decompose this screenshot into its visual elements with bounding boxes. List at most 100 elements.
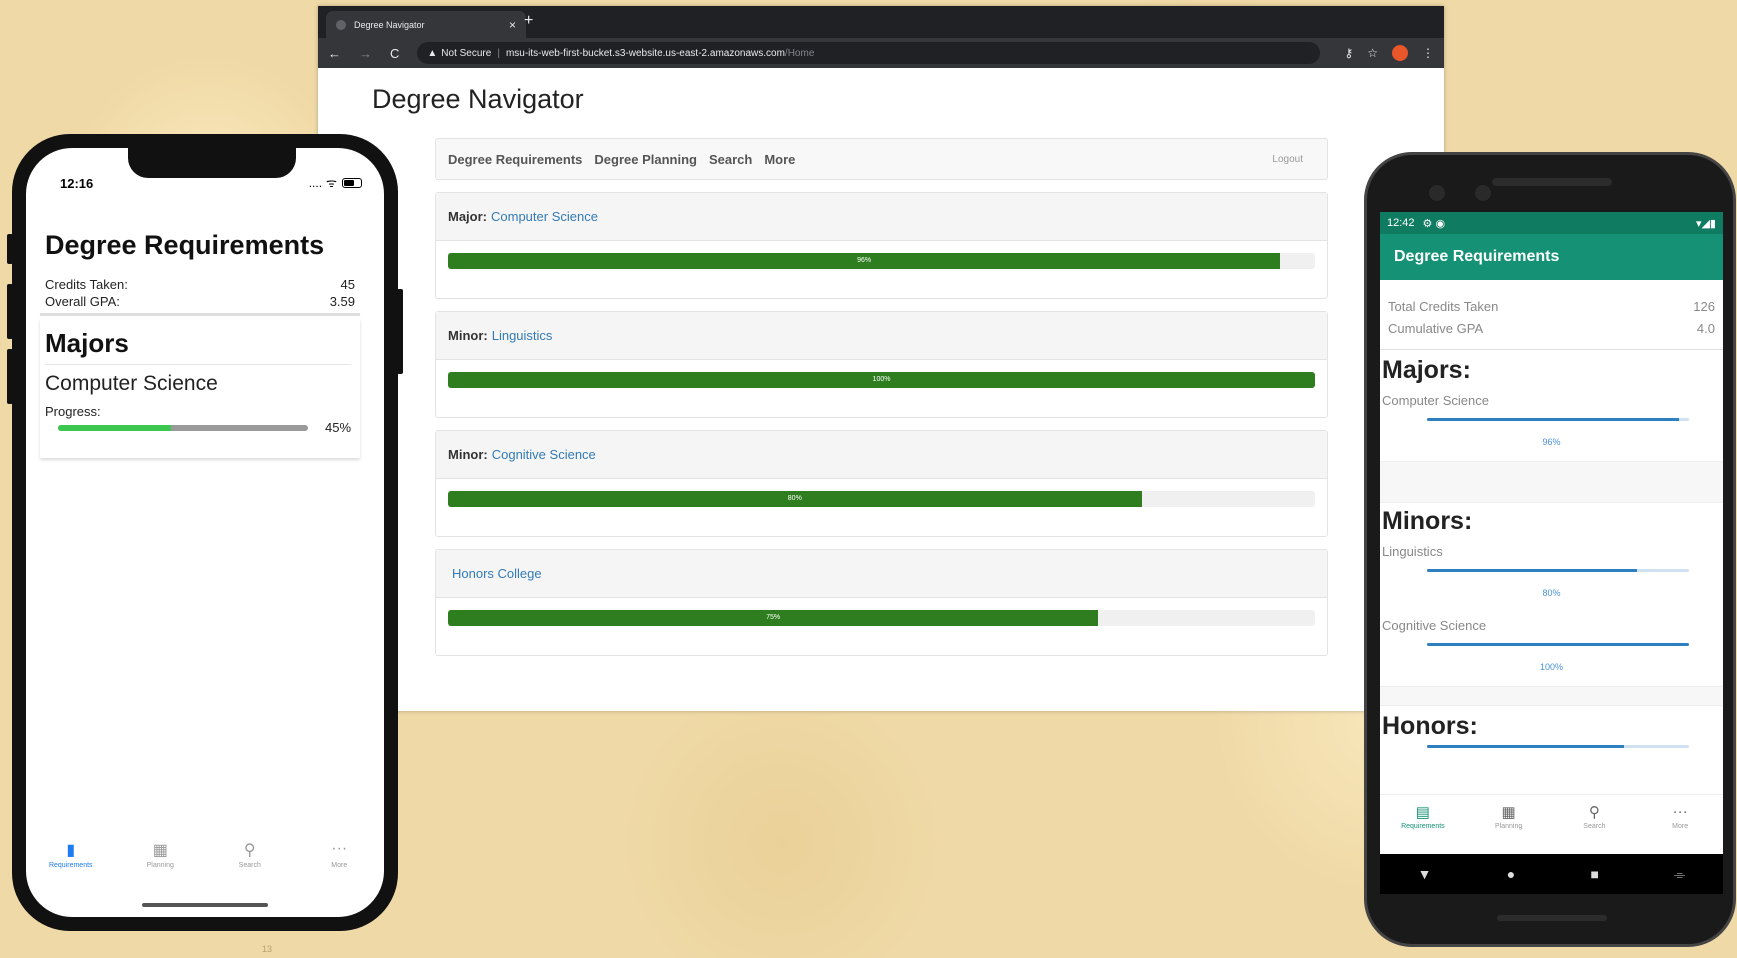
android-device: 12:42 ⚙ ◉ ▾◢▮ Degree Requirements Total …: [1364, 152, 1736, 947]
home-icon[interactable]: ●: [1507, 866, 1515, 882]
key-icon[interactable]: ⚷: [1344, 46, 1353, 60]
android-screen: 12:42 ⚙ ◉ ▾◢▮ Degree Requirements Total …: [1380, 212, 1723, 854]
major-percent: 96%: [1542, 437, 1561, 447]
close-tab-icon[interactable]: ×: [509, 18, 516, 32]
status-time: 12:42: [1387, 217, 1415, 229]
minors-heading: Minors:: [1382, 507, 1473, 535]
tab-search[interactable]: ⚲ Search: [1554, 803, 1634, 854]
tab-search[interactable]: ⚲ Search: [215, 840, 285, 900]
tab-planning[interactable]: ▦ Planning: [1469, 803, 1549, 854]
address-bar[interactable]: ▲ Not Secure | msu-its-web-first-bucket.…: [417, 42, 1321, 64]
tab-requirements[interactable]: ▮ Requirements: [36, 840, 106, 900]
profile-avatar[interactable]: [1392, 45, 1408, 61]
url-separator: |: [497, 47, 500, 59]
web-page: Degree Navigator Degree Requirements Deg…: [318, 68, 1444, 711]
section-gap: [1380, 686, 1723, 706]
requirement-card: Honors College 75%: [435, 549, 1328, 656]
minor-percent: 80%: [1542, 588, 1561, 598]
battery-icon: [342, 177, 362, 188]
minor-progress-bar: [1427, 643, 1689, 646]
requirement-card: Minor: Linguistics 100%: [435, 311, 1328, 418]
majors-card[interactable]: Majors Computer Science Progress: 45%: [40, 318, 360, 458]
back-icon[interactable]: ▼: [1418, 866, 1432, 882]
more-icon: ···: [1672, 803, 1688, 820]
credits-value: 126: [1693, 299, 1715, 314]
tab-label: Search: [1583, 823, 1606, 830]
sensor-icon: [1475, 185, 1491, 201]
tab-more[interactable]: ··· More: [1640, 803, 1720, 854]
bookmark-star-icon[interactable]: ☆: [1367, 46, 1378, 60]
keyboard-icon[interactable]: ⌯: [1674, 866, 1685, 883]
gpa-label: Cumulative GPA: [1388, 321, 1484, 336]
browser-tab[interactable]: Degree Navigator ×: [326, 11, 526, 38]
requirement-cards: Major: Computer Science 96% Minor: Lingu…: [435, 192, 1328, 668]
nav-search[interactable]: Search: [709, 152, 752, 167]
android-bottom-nav: ▤ Requirements ▦ Planning ⚲ Search ··· M…: [1380, 794, 1723, 854]
progress-bar: 75%: [448, 610, 1315, 626]
minor-progress-bar: [1427, 569, 1689, 572]
card-kind: Minor:: [448, 328, 488, 343]
nav-more[interactable]: More: [764, 152, 795, 167]
card-link[interactable]: Linguistics: [492, 328, 553, 343]
tab-label: Requirements: [48, 862, 93, 869]
gpa-value: 3.59: [329, 294, 355, 309]
tab-planning[interactable]: ▦ Planning: [125, 840, 195, 900]
progress-fill: [1427, 643, 1689, 646]
minor-name[interactable]: Linguistics: [1380, 544, 1723, 559]
divider: [40, 313, 360, 316]
forward-icon[interactable]: →: [359, 46, 372, 61]
stats-block: Credits Taken: 45 Overall GPA: 3.59: [45, 276, 355, 310]
warning-icon: ▲: [427, 47, 438, 59]
progress-fill: [1427, 569, 1637, 572]
tab-requirements[interactable]: ▤ Requirements: [1383, 803, 1463, 854]
page-number: 13: [262, 944, 273, 954]
browser-toolbar: ← → C ▲ Not Secure | msu-its-web-first-b…: [318, 38, 1444, 68]
nav-degree-requirements[interactable]: Degree Requirements: [448, 152, 582, 167]
status-time: 12:16: [60, 176, 94, 191]
progress-fill: 75%: [448, 610, 1099, 626]
gpa-label: Overall GPA:: [45, 294, 120, 309]
back-icon[interactable]: ←: [328, 46, 341, 61]
honors-section: Honors:: [1380, 706, 1723, 748]
nav-degree-planning[interactable]: Degree Planning: [594, 152, 697, 167]
progress-fill: 96%: [448, 253, 1281, 269]
browser-window: Degree Navigator × + ← → C ▲ Not Secure …: [318, 6, 1444, 711]
major-progress-bar: [1427, 418, 1689, 421]
wifi-icon: ᯤ: [326, 176, 337, 190]
app-bar-title: Degree Requirements: [1380, 234, 1723, 280]
calendar-icon: ▦: [152, 842, 168, 859]
calendar-icon: ▦: [1501, 804, 1516, 821]
screen-title: Degree Requirements: [45, 230, 325, 260]
toolbar-actions: ⚷ ☆ ⋮: [1330, 45, 1434, 61]
document-icon: ▮: [66, 842, 76, 859]
progress-fill: 80%: [448, 491, 1142, 507]
speaker-grille: [1492, 178, 1612, 186]
speaker-grille: [1497, 915, 1607, 921]
new-tab-button[interactable]: +: [524, 12, 533, 30]
library-icon: ▤: [1415, 804, 1430, 821]
recents-icon[interactable]: ■: [1590, 866, 1598, 882]
url-host: msu-its-web-first-bucket.s3-website.us-e…: [505, 47, 785, 59]
card-link[interactable]: Honors College: [452, 566, 542, 581]
notification-icons: ⚙ ◉: [1422, 217, 1446, 230]
minor-percent: 100%: [1539, 662, 1564, 672]
minors-section: Minors: Linguistics 80% Cognitive Scienc…: [1380, 503, 1723, 706]
logout-link[interactable]: Logout: [1272, 154, 1303, 165]
home-indicator[interactable]: [142, 903, 268, 907]
card-link[interactable]: Computer Science: [491, 209, 598, 224]
reload-icon[interactable]: C: [390, 46, 399, 61]
card-link[interactable]: Cognitive Science: [492, 447, 596, 462]
tab-label: Planning: [146, 862, 174, 869]
menu-icon[interactable]: ⋮: [1422, 46, 1434, 60]
progress-bar: 100%: [448, 372, 1315, 388]
card-kind: Major:: [448, 209, 487, 224]
major-progress-bar: [58, 425, 308, 431]
progress-fill: [1427, 745, 1624, 748]
credits-value: 45: [340, 277, 355, 292]
major-name[interactable]: Computer Science: [1380, 393, 1723, 408]
page-title: Degree Navigator: [372, 84, 584, 114]
minor-name[interactable]: Cognitive Science: [1380, 618, 1723, 633]
favicon-icon: [336, 19, 346, 30]
honors-heading: Honors:: [1382, 712, 1478, 740]
tab-more[interactable]: ··· More: [304, 840, 374, 900]
